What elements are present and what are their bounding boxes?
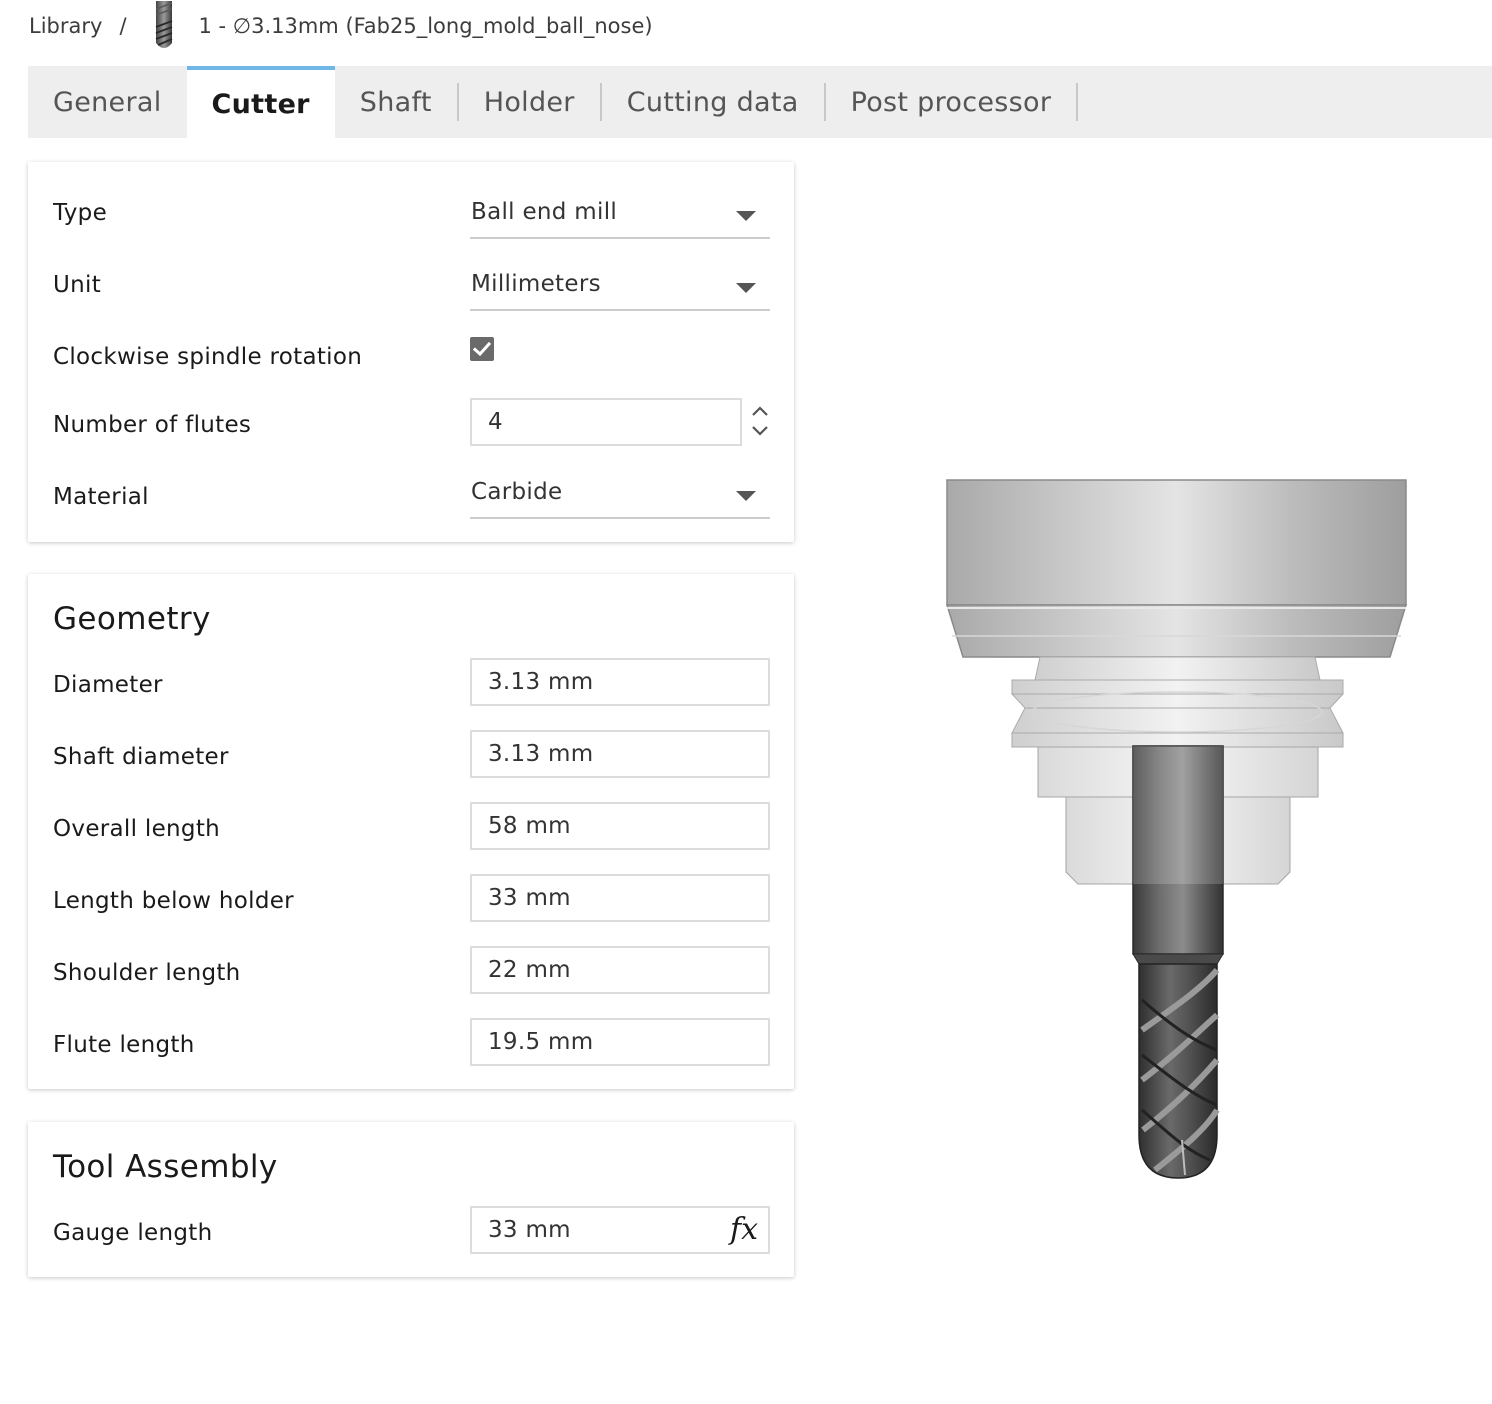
shoulder-length-row: Shoulder length 22 mm: [28, 943, 794, 1003]
material-select[interactable]: Carbide: [470, 473, 770, 519]
overall-length-label: Overall length: [53, 816, 221, 842]
unit-row: Unit Millimeters: [28, 255, 794, 315]
geometry-panel: Geometry Diameter 3.13 mm Shaft diameter…: [28, 574, 794, 1089]
shaft-diameter-row: Shaft diameter 3.13 mm: [28, 727, 794, 787]
tab-label: Shaft: [359, 86, 432, 118]
tab-post-processor[interactable]: Post processor: [826, 66, 1077, 138]
tab-label: Cutting data: [626, 86, 799, 118]
tab-cutting-data[interactable]: Cutting data: [602, 66, 824, 138]
tab-general[interactable]: General: [28, 66, 187, 138]
chevron-down-icon[interactable]: [750, 422, 770, 440]
tool-preview: [880, 440, 1480, 1220]
breadcrumb: Library / 1 - ∅3.13mm (Fab25_long_mold_b…: [29, 0, 653, 52]
shaft-diameter-label: Shaft diameter: [53, 744, 229, 770]
tab-shaft[interactable]: Shaft: [335, 66, 457, 138]
geometry-title: Geometry: [53, 601, 211, 637]
clockwise-checkbox[interactable]: [470, 337, 494, 361]
type-select[interactable]: Ball end mill: [470, 193, 770, 239]
tab-bar: General Cutter Shaft Holder Cutting data…: [28, 66, 1492, 138]
flute-length-input-value: 19.5 mm: [488, 1029, 594, 1055]
tab-label: Post processor: [850, 86, 1052, 118]
caret-down-icon: [736, 491, 756, 501]
overall-length-row: Overall length 58 mm: [28, 799, 794, 859]
flutes-input[interactable]: 4: [470, 398, 742, 446]
chevron-up-icon[interactable]: [750, 402, 770, 420]
overall-length-input-value: 58 mm: [488, 813, 571, 839]
tool-assembly-title: Tool Assembly: [53, 1149, 278, 1185]
shoulder-length-input-value: 22 mm: [488, 957, 571, 983]
caret-down-icon: [736, 283, 756, 293]
shaft-diameter-input-value: 3.13 mm: [488, 741, 594, 767]
tab-label: General: [53, 86, 162, 118]
shaft-diameter-input[interactable]: 3.13 mm: [470, 730, 770, 778]
tab-holder[interactable]: Holder: [459, 66, 600, 138]
breadcrumb-library-link[interactable]: Library: [29, 14, 102, 38]
gauge-length-input[interactable]: 33 mm fx: [470, 1206, 770, 1254]
gauge-length-input-value: 33 mm: [488, 1217, 571, 1243]
tab-label: Cutter: [211, 88, 310, 120]
gauge-length-label: Gauge length: [53, 1220, 213, 1246]
unit-select-value: Millimeters: [471, 271, 601, 297]
tool-assembly-panel: Tool Assembly Gauge length 33 mm fx: [28, 1122, 794, 1277]
material-row: Material Carbide: [28, 467, 794, 527]
length-below-holder-label: Length below holder: [53, 888, 294, 914]
clockwise-row: Clockwise spindle rotation: [28, 327, 794, 387]
type-row: Type Ball end mill: [28, 183, 794, 243]
gauge-length-row: Gauge length 33 mm fx: [28, 1203, 794, 1263]
length-below-holder-input[interactable]: 33 mm: [470, 874, 770, 922]
tab-cutter[interactable]: Cutter: [186, 66, 335, 138]
caret-down-icon: [736, 211, 756, 221]
fx-formula-icon[interactable]: fx: [730, 1212, 758, 1248]
flutes-label: Number of flutes: [53, 412, 252, 438]
length-below-holder-input-value: 33 mm: [488, 885, 571, 911]
flutes-input-value: 4: [488, 409, 503, 435]
type-select-value: Ball end mill: [471, 199, 618, 225]
breadcrumb-separator: /: [119, 14, 127, 38]
diameter-row: Diameter 3.13 mm: [28, 655, 794, 715]
diameter-input-value: 3.13 mm: [488, 669, 594, 695]
flutes-row: Number of flutes 4: [28, 395, 794, 455]
flute-length-input[interactable]: 19.5 mm: [470, 1018, 770, 1066]
flute-length-row: Flute length 19.5 mm: [28, 1015, 794, 1075]
tool-assembly-illustration: [945, 479, 1408, 1179]
unit-label: Unit: [53, 272, 102, 298]
tab-divider: [1076, 83, 1079, 121]
breadcrumb-current-tool: 1 - ∅3.13mm (Fab25_long_mold_ball_nose): [198, 14, 653, 38]
flutes-stepper: [750, 398, 770, 446]
flute-length-label: Flute length: [53, 1032, 195, 1058]
type-label: Type: [53, 200, 108, 226]
diameter-input[interactable]: 3.13 mm: [470, 658, 770, 706]
clockwise-label: Clockwise spindle rotation: [53, 344, 363, 370]
material-select-value: Carbide: [471, 479, 563, 505]
overall-length-input[interactable]: 58 mm: [470, 802, 770, 850]
length-below-holder-row: Length below holder 33 mm: [28, 871, 794, 931]
unit-select[interactable]: Millimeters: [470, 265, 770, 311]
end-mill-thumbnail-icon: [149, 1, 179, 51]
material-label: Material: [53, 484, 149, 510]
shoulder-length-input[interactable]: 22 mm: [470, 946, 770, 994]
shoulder-length-label: Shoulder length: [53, 960, 241, 986]
cutter-general-panel: Type Ball end mill Unit Millimeters Cloc…: [28, 162, 794, 542]
tab-label: Holder: [483, 86, 575, 118]
checkmark-icon: [472, 341, 492, 357]
diameter-label: Diameter: [53, 672, 163, 698]
